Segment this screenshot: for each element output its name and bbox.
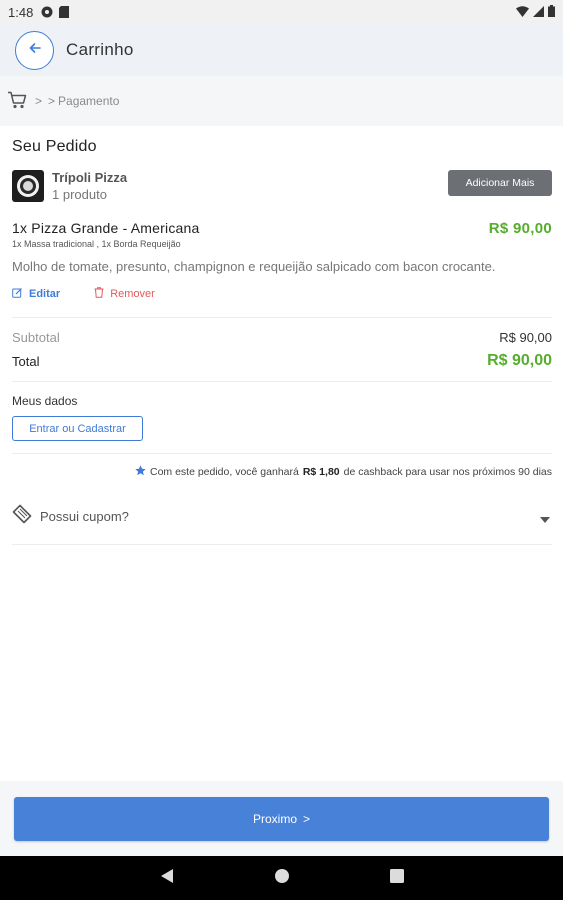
cart-icon[interactable]: [7, 91, 27, 112]
edit-button[interactable]: Editar: [12, 287, 60, 301]
trash-icon: [94, 287, 104, 301]
item-description: Molho de tomate, presunto, champignon e …: [12, 259, 496, 274]
battery-icon: [548, 4, 555, 20]
divider: [12, 317, 552, 318]
ticket-icon: [12, 504, 32, 529]
divider: [12, 453, 552, 454]
remove-label: Remover: [110, 288, 155, 300]
my-data-label: Meus dados: [12, 394, 78, 408]
total-label: Total: [12, 353, 40, 369]
chevron-right-icon: >: [303, 812, 311, 826]
breadcrumb-separator: >: [35, 94, 43, 108]
cart-content: Seu Pedido Trípoli Pizza 1 produto Adici…: [12, 126, 552, 545]
store-logo: [12, 170, 44, 202]
add-more-button[interactable]: Adicionar Mais: [448, 170, 552, 196]
divider: [12, 381, 552, 382]
arrow-left-icon: [28, 41, 42, 60]
item-price: R$ 90,00: [488, 220, 552, 237]
edit-label: Editar: [29, 288, 61, 300]
caret-down-icon: [540, 510, 550, 528]
item-options: 1x Massa tradicional , 1x Borda Requeijã…: [12, 239, 181, 249]
cashback-text-after: de cashback para usar nos próximos 90 di…: [343, 466, 552, 478]
recents-nav-icon[interactable]: [389, 868, 404, 888]
subtotal-label: Subtotal: [12, 329, 60, 345]
next-button[interactable]: Proximo >: [14, 797, 549, 841]
store-name: Trípoli Pizza: [52, 170, 128, 185]
subtotal-value: R$ 90,00: [499, 329, 552, 345]
my-data-section: Meus dados Entrar ou Cadastrar: [12, 394, 552, 441]
coupon-label: Possui cupom?: [40, 508, 129, 524]
star-icon: [135, 465, 146, 479]
breadcrumb-current: Pagamento: [58, 94, 120, 108]
cart-item: 1x Pizza Grande - Americana 1x Massa tra…: [12, 220, 552, 303]
sd-card-icon: [59, 6, 71, 18]
coupon-toggle[interactable]: Possui cupom?: [12, 496, 552, 536]
next-label: Proximo: [252, 812, 297, 826]
cashback-amount: R$ 1,80: [302, 466, 340, 478]
back-button[interactable]: [15, 30, 54, 70]
signal-icon: [533, 5, 544, 20]
app-notification-icon: [41, 6, 53, 18]
cashback-notice: Com este pedido, você ganhará R$ 1,80 de…: [12, 464, 552, 480]
remove-button[interactable]: Remover: [94, 287, 155, 301]
back-nav-icon[interactable]: [160, 868, 174, 889]
edit-icon: [12, 287, 23, 301]
total-value: R$ 90,00: [487, 352, 552, 369]
status-time: 1:48: [8, 4, 34, 20]
totals: Subtotal R$ 90,00 Total R$ 90,00: [12, 328, 552, 372]
product-count: 1 produto: [52, 187, 107, 202]
page-title: Carrinho: [66, 40, 134, 59]
breadcrumb: > > Pagamento: [0, 76, 563, 126]
app-header: Carrinho: [0, 24, 563, 76]
breadcrumb-separator: >: [48, 94, 56, 108]
footer: Proximo >: [0, 781, 563, 856]
status-bar: 1:48: [0, 0, 563, 24]
item-name: 1x Pizza Grande - Americana: [12, 220, 200, 236]
system-nav-bar: [0, 856, 563, 900]
cashback-text-before: Com este pedido, você ganhará: [149, 466, 299, 478]
divider: [12, 544, 552, 545]
home-nav-icon[interactable]: [274, 868, 290, 889]
store-row: Trípoli Pizza 1 produto Adicionar Mais: [12, 168, 552, 204]
order-section-title: Seu Pedido: [12, 138, 97, 155]
wifi-icon: [516, 5, 529, 20]
login-register-button[interactable]: Entrar ou Cadastrar: [12, 416, 143, 441]
